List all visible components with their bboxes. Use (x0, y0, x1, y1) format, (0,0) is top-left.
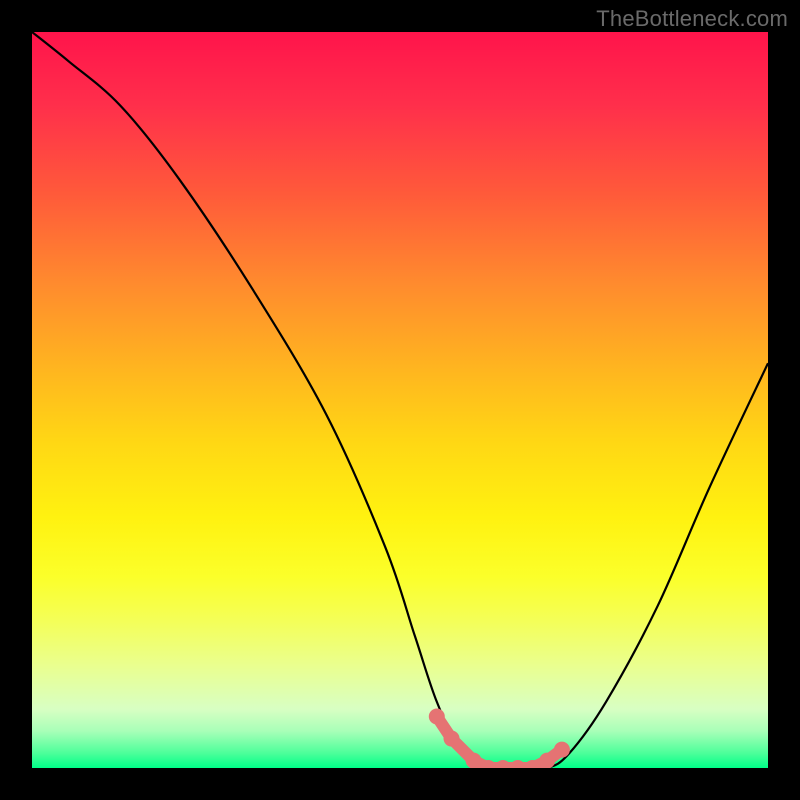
curve-layer (32, 32, 768, 768)
optimal-range-marker (510, 760, 526, 768)
chart-frame: TheBottleneck.com (0, 0, 800, 800)
optimal-range-marker (495, 760, 511, 768)
bottleneck-curve (32, 32, 768, 768)
optimal-range-marker (554, 742, 570, 758)
optimal-range-marker (539, 753, 555, 768)
optimal-range-marker (444, 731, 460, 747)
watermark-text: TheBottleneck.com (596, 6, 788, 32)
optimal-range-marker (466, 753, 482, 768)
optimal-range-marker (429, 708, 445, 724)
plot-area (32, 32, 768, 768)
